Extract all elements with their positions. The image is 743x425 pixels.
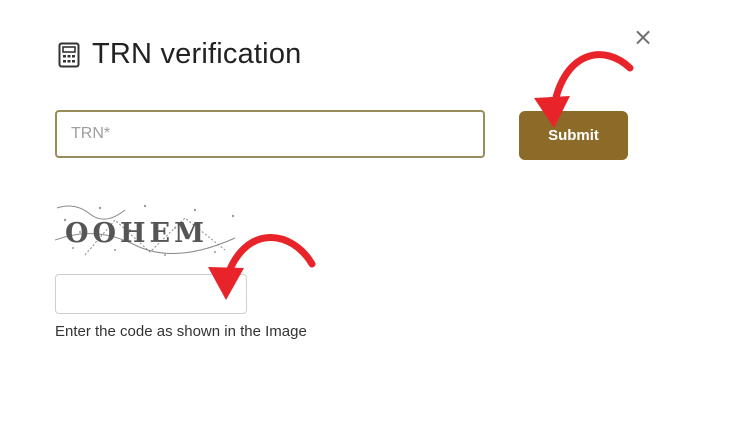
trn-input[interactable] — [55, 110, 485, 158]
dialog-title: TRN verification — [92, 38, 302, 70]
captcha-hint: Enter the code as shown in the Image — [55, 323, 307, 340]
trn-verification-dialog: × TRN verification Submit OOHEM — [0, 0, 743, 425]
captcha-image: OOHEM — [55, 204, 236, 256]
captcha-code: OOHEM — [65, 218, 208, 249]
calculator-icon — [58, 42, 80, 67]
captcha-input[interactable] — [55, 274, 247, 314]
dialog-header: TRN verification — [58, 38, 301, 71]
close-icon: × — [632, 23, 654, 51]
submit-button[interactable]: Submit — [519, 111, 628, 160]
close-button[interactable]: × — [632, 23, 654, 51]
